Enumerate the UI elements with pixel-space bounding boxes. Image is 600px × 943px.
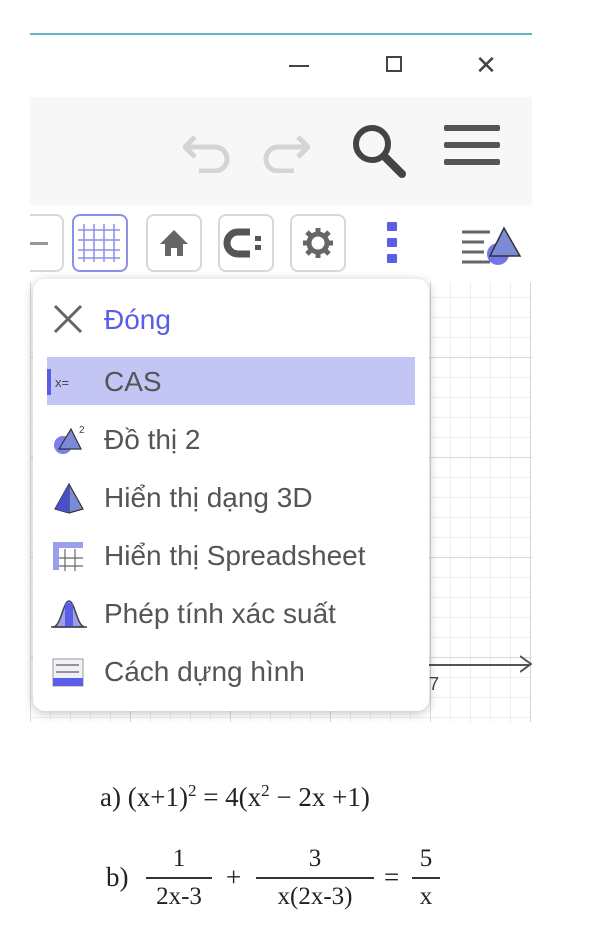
minimize-icon <box>289 65 309 67</box>
settings-button[interactable] <box>290 214 346 272</box>
menu-item-probability[interactable]: Phép tính xác suất <box>47 589 415 637</box>
equation-label: b) <box>106 862 129 892</box>
fraction-3: 5 x <box>412 845 440 911</box>
hamburger-menu-icon[interactable] <box>444 125 500 175</box>
cas-icon: x= <box>47 369 69 395</box>
home-icon <box>160 230 188 256</box>
menu-line <box>444 142 500 148</box>
menu-item-3d-view[interactable]: Hiển thị dạng 3D <box>47 473 415 521</box>
maximize-icon <box>386 56 402 72</box>
menu-item-label: Đồ thị 2 <box>104 424 201 455</box>
menu-item-spreadsheet[interactable]: Hiển thị Spreadsheet <box>47 531 415 579</box>
menu-item-construction-protocol[interactable]: Cách dựng hình <box>47 647 415 695</box>
axes-toggle-button[interactable] <box>30 214 64 272</box>
menu-item-label: Phép tính xác suất <box>104 598 336 629</box>
grid-icon <box>78 224 120 262</box>
menu-item-label: Cách dựng hình <box>104 656 305 687</box>
fraction-numerator: 5 <box>419 845 433 872</box>
search-icon[interactable] <box>348 120 408 180</box>
equals-sign: = <box>384 862 400 892</box>
redo-icon[interactable] <box>258 127 310 173</box>
construction-protocol-icon <box>52 658 84 687</box>
menu-item-label: Đóng <box>104 304 171 335</box>
equation-lhs: (x+1) <box>127 782 188 812</box>
fraction-denominator: x(2x-3) <box>277 883 353 910</box>
kebab-dot <box>387 254 397 263</box>
fraction-1: 1 2x-3 <box>146 845 212 911</box>
spreadsheet-icon <box>53 542 83 571</box>
menu-item-label: CAS <box>104 366 162 397</box>
svg-text:2: 2 <box>79 425 85 436</box>
menu-item-cas[interactable]: x= CAS <box>47 357 415 405</box>
minimize-button[interactable] <box>283 50 315 80</box>
menu-item-label: Hiển thị dạng 3D <box>104 482 313 513</box>
equation-rhs-prefix: = 4(x <box>196 782 262 812</box>
equation-label: a) <box>100 782 121 812</box>
camera-icon <box>223 228 261 258</box>
close-window-button[interactable]: ✕ <box>470 50 502 80</box>
x-axis-arrow <box>520 655 532 673</box>
kebab-menu-button[interactable] <box>387 222 399 268</box>
3d-view-icon <box>54 482 84 514</box>
kebab-dot <box>387 222 397 231</box>
standard-view-button[interactable] <box>146 214 202 272</box>
maximize-button[interactable] <box>378 50 410 80</box>
menu-item-graphics-2[interactable]: 2 Đồ thị 2 <box>47 415 415 463</box>
menu-item-close[interactable]: Đóng <box>47 295 415 343</box>
grid-toggle-button[interactable] <box>72 214 128 272</box>
equation-rhs-suffix: − 2x +1) <box>269 782 370 812</box>
axes-icon <box>30 242 48 245</box>
export-view-button[interactable] <box>218 214 274 272</box>
menu-line <box>444 159 500 165</box>
window-top-border <box>30 33 532 35</box>
menu-line <box>444 125 500 131</box>
close-window-icon: ✕ <box>475 50 497 80</box>
close-icon <box>53 304 83 334</box>
style-bar-icon[interactable] <box>460 220 524 268</box>
kebab-dot <box>387 238 397 247</box>
x-tick-label: 7 <box>429 674 440 694</box>
view-menu-dropdown: Đóng x= CAS 2 Đồ thị 2 Hiển thị dạng 3D … <box>33 279 429 711</box>
equation-a: a) (x+1)2 = 4(x2 − 2x +1) <box>100 781 370 813</box>
fraction-numerator: 1 <box>172 845 186 872</box>
fraction-2: 3 x(2x-3) <box>256 845 374 911</box>
fraction-denominator: 2x-3 <box>156 883 202 910</box>
svg-text:x=: x= <box>55 375 69 390</box>
gear-icon <box>303 228 333 258</box>
undo-icon[interactable] <box>183 127 235 173</box>
fraction-denominator: x <box>419 883 433 910</box>
exponent: 2 <box>261 781 270 800</box>
graphics2-icon: 2 <box>54 425 85 454</box>
fraction-numerator: 3 <box>308 845 322 872</box>
plus-sign: + <box>226 862 242 892</box>
probability-icon <box>51 600 87 628</box>
menu-item-label: Hiển thị Spreadsheet <box>104 540 366 571</box>
